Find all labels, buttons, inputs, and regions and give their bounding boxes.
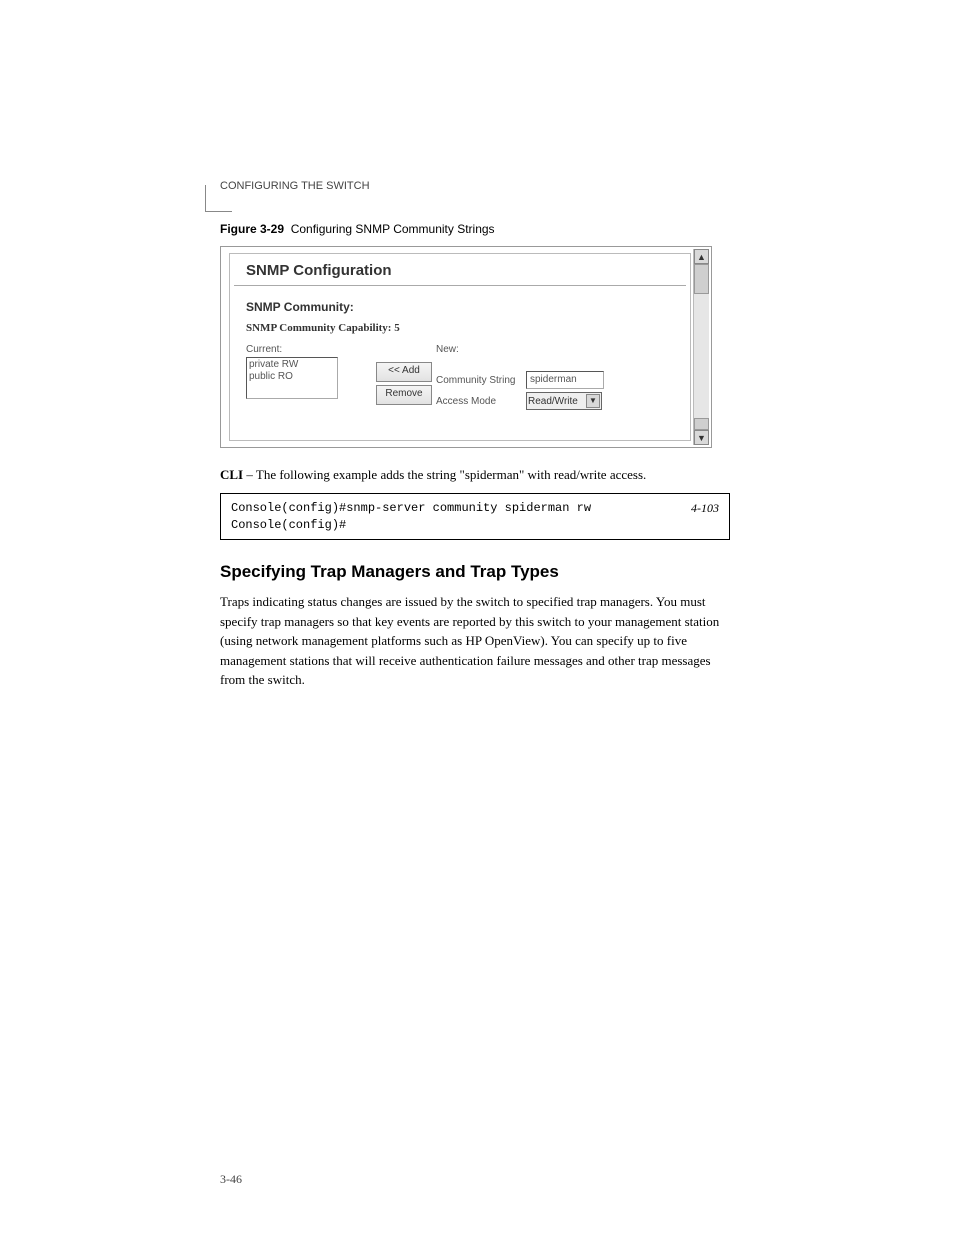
scrollbar-down-icon[interactable]: ▼	[694, 430, 709, 445]
scrollbar-thumb-lower[interactable]	[694, 418, 709, 430]
cli-intro-span: The following example adds the string "s…	[256, 467, 646, 482]
scrollbar-up-icon[interactable]: ▲	[694, 249, 709, 264]
section-body: Traps indicating status changes are issu…	[220, 592, 730, 690]
vertical-scrollbar[interactable]: ▲ ▼	[693, 249, 709, 445]
snmp-config-screenshot: SNMP Configuration SNMP Community: SNMP …	[220, 246, 712, 448]
running-head: CONFIGURING THE SWITCH	[220, 180, 730, 192]
page-number: 3-46	[220, 1172, 242, 1187]
snmp-config-window: SNMP Configuration SNMP Community: SNMP …	[229, 253, 691, 441]
access-mode-select[interactable]: Read/Write ▼	[526, 392, 602, 410]
list-item[interactable]: public RO	[249, 371, 335, 383]
community-string-input[interactable]: spiderman	[526, 371, 604, 389]
chevron-down-icon: ▼	[586, 394, 600, 408]
figure-caption: Figure 3-29 Configuring SNMP Community S…	[220, 222, 730, 236]
current-label: Current:	[246, 344, 376, 355]
list-item[interactable]: private RW	[249, 359, 335, 371]
current-communities-listbox[interactable]: private RW public RO	[246, 357, 338, 399]
crop-mark	[205, 185, 232, 212]
cli-example-box: 4-103 Console(config)#snmp-server communi…	[220, 493, 730, 541]
access-mode-value: Read/Write	[528, 396, 578, 407]
scrollbar-thumb[interactable]	[694, 264, 709, 294]
new-label: New:	[436, 344, 674, 355]
cli-page-ref: 4-103	[691, 500, 719, 517]
section-heading: Specifying Trap Managers and Trap Types	[220, 562, 730, 582]
snmp-capability-label: SNMP Community Capability: 5	[230, 318, 690, 344]
cli-line-1: Console(config)#snmp-server community sp…	[231, 501, 591, 515]
panel-title: SNMP Configuration	[234, 254, 686, 286]
cli-intro-text: CLI – The following example adds the str…	[220, 466, 730, 485]
access-mode-label: Access Mode	[436, 396, 526, 407]
remove-button[interactable]: Remove	[376, 385, 432, 405]
snmp-community-label: SNMP Community:	[230, 286, 690, 318]
add-button[interactable]: << Add	[376, 362, 432, 382]
figure-caption-text: Configuring SNMP Community Strings	[291, 222, 495, 236]
community-string-label: Community String	[436, 375, 526, 386]
figure-number: Figure 3-29	[220, 222, 284, 236]
cli-line-2: Console(config)#	[231, 518, 346, 532]
